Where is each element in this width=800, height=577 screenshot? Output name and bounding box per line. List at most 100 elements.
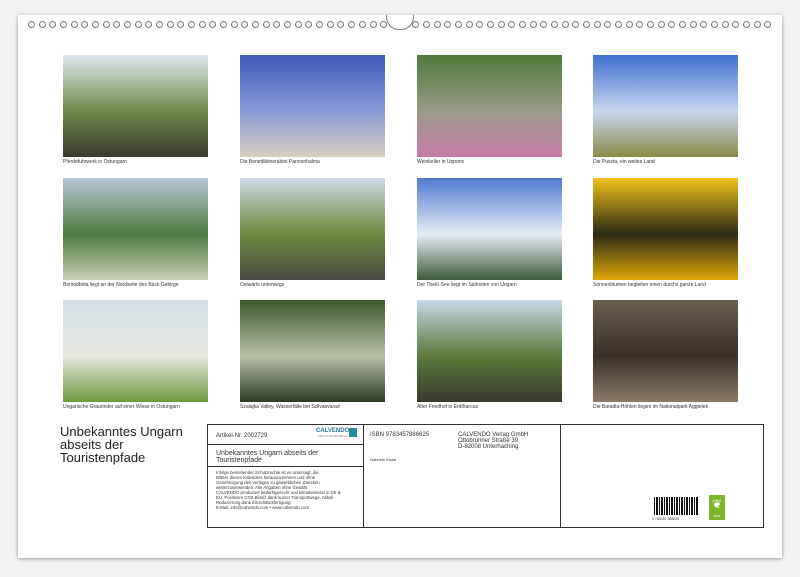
- binding-hole: [466, 21, 473, 28]
- binding-hole: [113, 21, 120, 28]
- photo: [63, 55, 208, 157]
- divider: [560, 425, 561, 527]
- photo-caption: Die Benediktinerabtei Pannonhalma: [240, 159, 320, 165]
- eco-leaf-icon: ❦eco: [709, 495, 725, 520]
- binding-hole: [348, 21, 355, 28]
- divider: [208, 444, 363, 445]
- binding-hole: [476, 21, 483, 28]
- legal-text: Infolge bestehender Schutzrechte ist es …: [216, 470, 341, 510]
- divider: [208, 466, 363, 467]
- binding-hole: [700, 21, 707, 28]
- binding-hole: [764, 21, 771, 28]
- binding-hole: [423, 21, 430, 28]
- binding-hole: [327, 21, 334, 28]
- binding-hole: [572, 21, 579, 28]
- title-line: Touristenpfade: [60, 451, 200, 464]
- photo: [417, 178, 562, 280]
- binding-hole: [540, 21, 547, 28]
- binding-hole: [135, 21, 142, 28]
- binding-hole: [28, 21, 35, 28]
- binding-hole: [295, 21, 302, 28]
- calendar-title: Unbekanntes Ungarn abseits der Touristen…: [60, 425, 200, 464]
- photo-caption: Sonnenblumen begleiten einen durchs ganz…: [593, 282, 706, 288]
- binding-hole: [209, 21, 216, 28]
- publisher-address: CALVENDO Verlag GmbHOttobrunner Straße 3…: [458, 432, 528, 450]
- binding-hole: [359, 21, 366, 28]
- binding-hole: [519, 21, 526, 28]
- binding-hole: [487, 21, 494, 28]
- binding-hole: [498, 21, 505, 28]
- binding-hole: [690, 21, 697, 28]
- binding-hole: [103, 21, 110, 28]
- binding-hole: [167, 21, 174, 28]
- binding-hole: [615, 21, 622, 28]
- binding-hole: [530, 21, 537, 28]
- photo: [63, 300, 208, 402]
- binding-hole: [594, 21, 601, 28]
- isbn: ISBN 9783457886625: [370, 432, 429, 438]
- binding-hole: [220, 21, 227, 28]
- photo: [417, 300, 562, 402]
- legal-line: E-Mail: info@calvendo.com • www.calvendo…: [216, 505, 341, 510]
- binding-hole: [188, 21, 195, 28]
- binding-hole: [444, 21, 451, 28]
- binding-hole: [508, 21, 515, 28]
- binding-hole: [658, 21, 665, 28]
- binding-hole: [647, 21, 654, 28]
- binding-hole: [754, 21, 761, 28]
- binding-hole: [722, 21, 729, 28]
- photo-caption: Weinkeller in Upponv: [417, 159, 464, 165]
- binding-hole: [668, 21, 675, 28]
- photo: [240, 178, 385, 280]
- info-title: Unbekanntes Ungarn abseits derTouristenp…: [216, 450, 318, 464]
- article-number: Artikel-Nr. 2002729: [216, 433, 267, 439]
- photo-caption: Der Theiß-See liegt im Südosten von Unga…: [417, 282, 517, 288]
- binding-hole: [60, 21, 67, 28]
- photo: [240, 300, 385, 402]
- photo: [63, 178, 208, 280]
- photo: [593, 300, 738, 402]
- binding-hole: [241, 21, 248, 28]
- info-box: Artikel-Nr. 2002729 CALVENDO DER KALENDE…: [207, 424, 764, 528]
- photo-caption: Ostwärts unterwegs: [240, 282, 284, 288]
- photo-caption: Ungarische Graurinder auf einer Wiese in…: [63, 404, 180, 410]
- barcode: [654, 497, 698, 515]
- binding-hole: [337, 21, 344, 28]
- binding-hole: [743, 21, 750, 28]
- binding-hole: [583, 21, 590, 28]
- binding-hole: [732, 21, 739, 28]
- binding-hole: [434, 21, 441, 28]
- photo-caption: Die Baradla-Höhlen liegen im Nationalpar…: [593, 404, 708, 410]
- binding-hole: [231, 21, 238, 28]
- divider: [363, 425, 364, 527]
- binding-hole: [145, 21, 152, 28]
- photo-caption: Szalajka Valley, Wasserfälle bei Szilvas…: [240, 404, 340, 410]
- binding-hole: [252, 21, 259, 28]
- binding-hole: [124, 21, 131, 28]
- binding-hole: [156, 21, 163, 28]
- binding-hole: [273, 21, 280, 28]
- barcode-digits: 9 783457 886625: [652, 517, 679, 521]
- photo: [417, 55, 562, 157]
- photo: [593, 178, 738, 280]
- binding-hole: [455, 21, 462, 28]
- calvendo-logo: CALVENDO: [316, 428, 349, 434]
- binding-hole: [626, 21, 633, 28]
- photo-caption: Die Puszta, ein weites Land: [593, 159, 655, 165]
- binding-hole: [71, 21, 78, 28]
- binding-hole: [92, 21, 99, 28]
- binding-hole: [551, 21, 558, 28]
- binding-hole: [49, 21, 56, 28]
- binding-hole: [199, 21, 206, 28]
- binding-hole: [39, 21, 46, 28]
- binding-hole: [263, 21, 270, 28]
- binding-hole: [370, 21, 377, 28]
- photo: [593, 55, 738, 157]
- binding-hole: [177, 21, 184, 28]
- binding-hole: [636, 21, 643, 28]
- binding-hole: [305, 21, 312, 28]
- binding-hole: [711, 21, 718, 28]
- binding-hole: [562, 21, 569, 28]
- photo: [240, 55, 385, 157]
- binding-hole: [316, 21, 323, 28]
